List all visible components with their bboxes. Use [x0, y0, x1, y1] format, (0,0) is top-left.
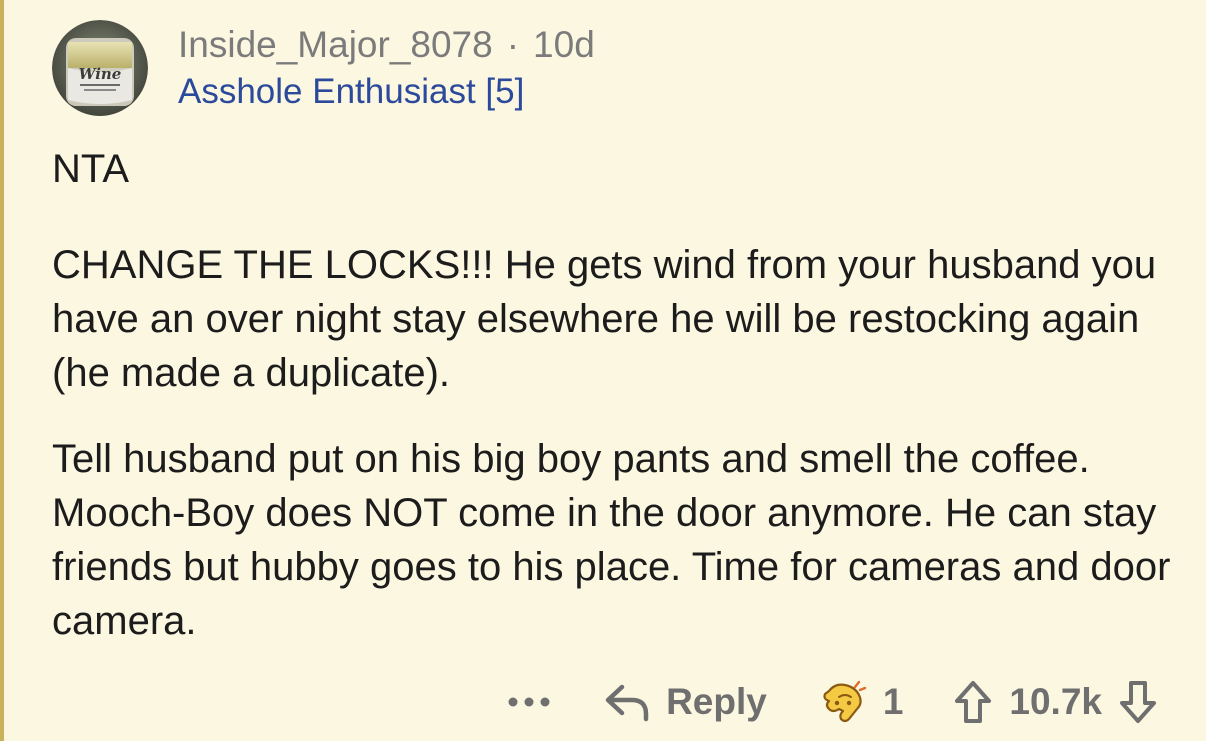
- wine-glass-avatar-icon[interactable]: Wine: [52, 20, 148, 116]
- comment-meta: Inside_Major_8078 · 10d Asshole Enthusia…: [178, 20, 595, 114]
- vote-controls: 10.7k: [953, 679, 1158, 725]
- comment-header: Wine Inside_Major_8078 · 10d Asshole Ent…: [52, 20, 595, 116]
- username-link[interactable]: Inside_Major_8078: [178, 23, 493, 67]
- comment-paragraph: Tell husband put on his big boy pants an…: [52, 437, 1171, 643]
- more-dots-icon[interactable]: [506, 687, 552, 717]
- downvote-arrow-icon[interactable]: [1118, 679, 1158, 725]
- upvote-arrow-icon[interactable]: [953, 679, 993, 725]
- award-count: 1: [882, 681, 904, 722]
- award-icon: [823, 680, 867, 723]
- reply-button[interactable]: Reply: [604, 681, 767, 723]
- user-flair: Asshole Enthusiast [5]: [178, 72, 525, 111]
- vote-score: 10.7k: [1009, 681, 1102, 722]
- comment-action-bar: Reply 1 10.7k: [506, 672, 1158, 732]
- comment-paragraph: CHANGE THE LOCKS!!! He gets wind from yo…: [52, 243, 1157, 395]
- comment-card: Wine Inside_Major_8078 · 10d Asshole Ent…: [0, 0, 1206, 741]
- comment-age: 10d: [533, 24, 595, 65]
- comment-body: NTA CHANGE THE LOCKS!!! He gets wind fro…: [52, 142, 1182, 648]
- comment-paragraph: NTA: [52, 147, 130, 191]
- comment-meta-line: Inside_Major_8078 · 10d: [178, 23, 595, 67]
- award-button[interactable]: 1: [819, 679, 904, 725]
- reply-arrow-icon: [605, 684, 649, 722]
- reply-label: Reply: [666, 681, 767, 722]
- svg-text:Wine: Wine: [79, 65, 122, 83]
- meta-separator: ·: [506, 24, 520, 65]
